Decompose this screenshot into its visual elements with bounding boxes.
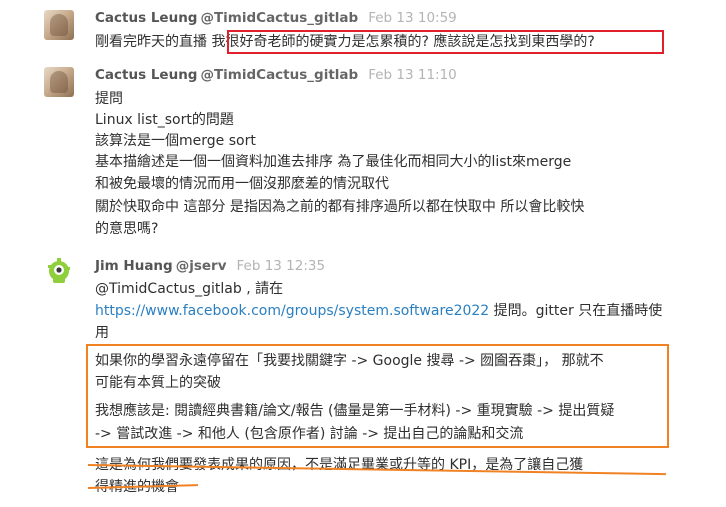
message-text-plain: , 請在 <box>241 281 284 297</box>
author-name[interactable]: Jim Huang <box>95 258 173 274</box>
avatar-jim-huang[interactable] <box>44 256 74 286</box>
author-name[interactable]: Cactus Leung <box>95 10 197 26</box>
message-line: https://www.facebook.com/groups/system.s… <box>95 301 662 321</box>
author-name[interactable]: Cactus Leung <box>95 67 197 83</box>
red-highlight-box <box>227 30 664 54</box>
avatar-cactus-leung[interactable] <box>44 10 74 40</box>
message-line: 該算法是一個merge sort <box>95 133 256 149</box>
message-text-plain: 剛看完昨天的直播 <box>95 34 212 50</box>
facebook-group-link[interactable]: https://www.facebook.com/groups/system.s… <box>95 303 489 319</box>
author-handle[interactable]: @TimidCactus_gitlab <box>200 10 358 26</box>
message-line: 提問 <box>95 91 123 107</box>
message-line: @TimidCactus_gitlab , 請在 <box>95 279 283 299</box>
message-header: Cactus Leung @TimidCactus_gitlab Feb 13 10… <box>95 9 457 27</box>
message-timestamp[interactable]: Feb 13 10:59 <box>368 10 457 26</box>
message-line: 關於快取命中 這部分 是指因為之前的都有排序過所以都在快取中 所以會比較快 <box>95 199 585 215</box>
message-line: 和被免最壞的情況而用一個沒那麼差的情況取代 <box>95 176 389 192</box>
message-line: 基本描繪述是一個一個資料加進去排序 為了最佳化而相同大小的list來merge <box>95 154 572 170</box>
avatar-photo-shade <box>50 71 68 93</box>
message-header: Cactus Leung @TimidCactus_gitlab Feb 13 11… <box>95 66 457 84</box>
message-line: 用 <box>95 325 109 341</box>
author-handle[interactable]: @TimidCactus_gitlab <box>200 67 358 83</box>
message-header: Jim Huang @jserv Feb 13 12:35 <box>95 257 325 275</box>
avatar-photo-shade <box>50 14 68 36</box>
author-handle[interactable]: @jserv <box>176 258 227 274</box>
message-line: Linux list_sort的問題 <box>95 112 234 128</box>
avatar-cactus-leung[interactable] <box>44 67 74 97</box>
orange-highlight-box <box>86 344 669 448</box>
message-timestamp[interactable]: Feb 13 11:10 <box>368 67 457 83</box>
message-timestamp[interactable]: Feb 13 12:35 <box>237 258 326 274</box>
user-mention[interactable]: @TimidCactus_gitlab <box>95 281 242 297</box>
message-line: 的意思嗎? <box>95 221 159 237</box>
gitter-robot-icon <box>44 256 74 286</box>
message-text-plain: 提問。gitter 只在直播時使 <box>489 303 663 319</box>
